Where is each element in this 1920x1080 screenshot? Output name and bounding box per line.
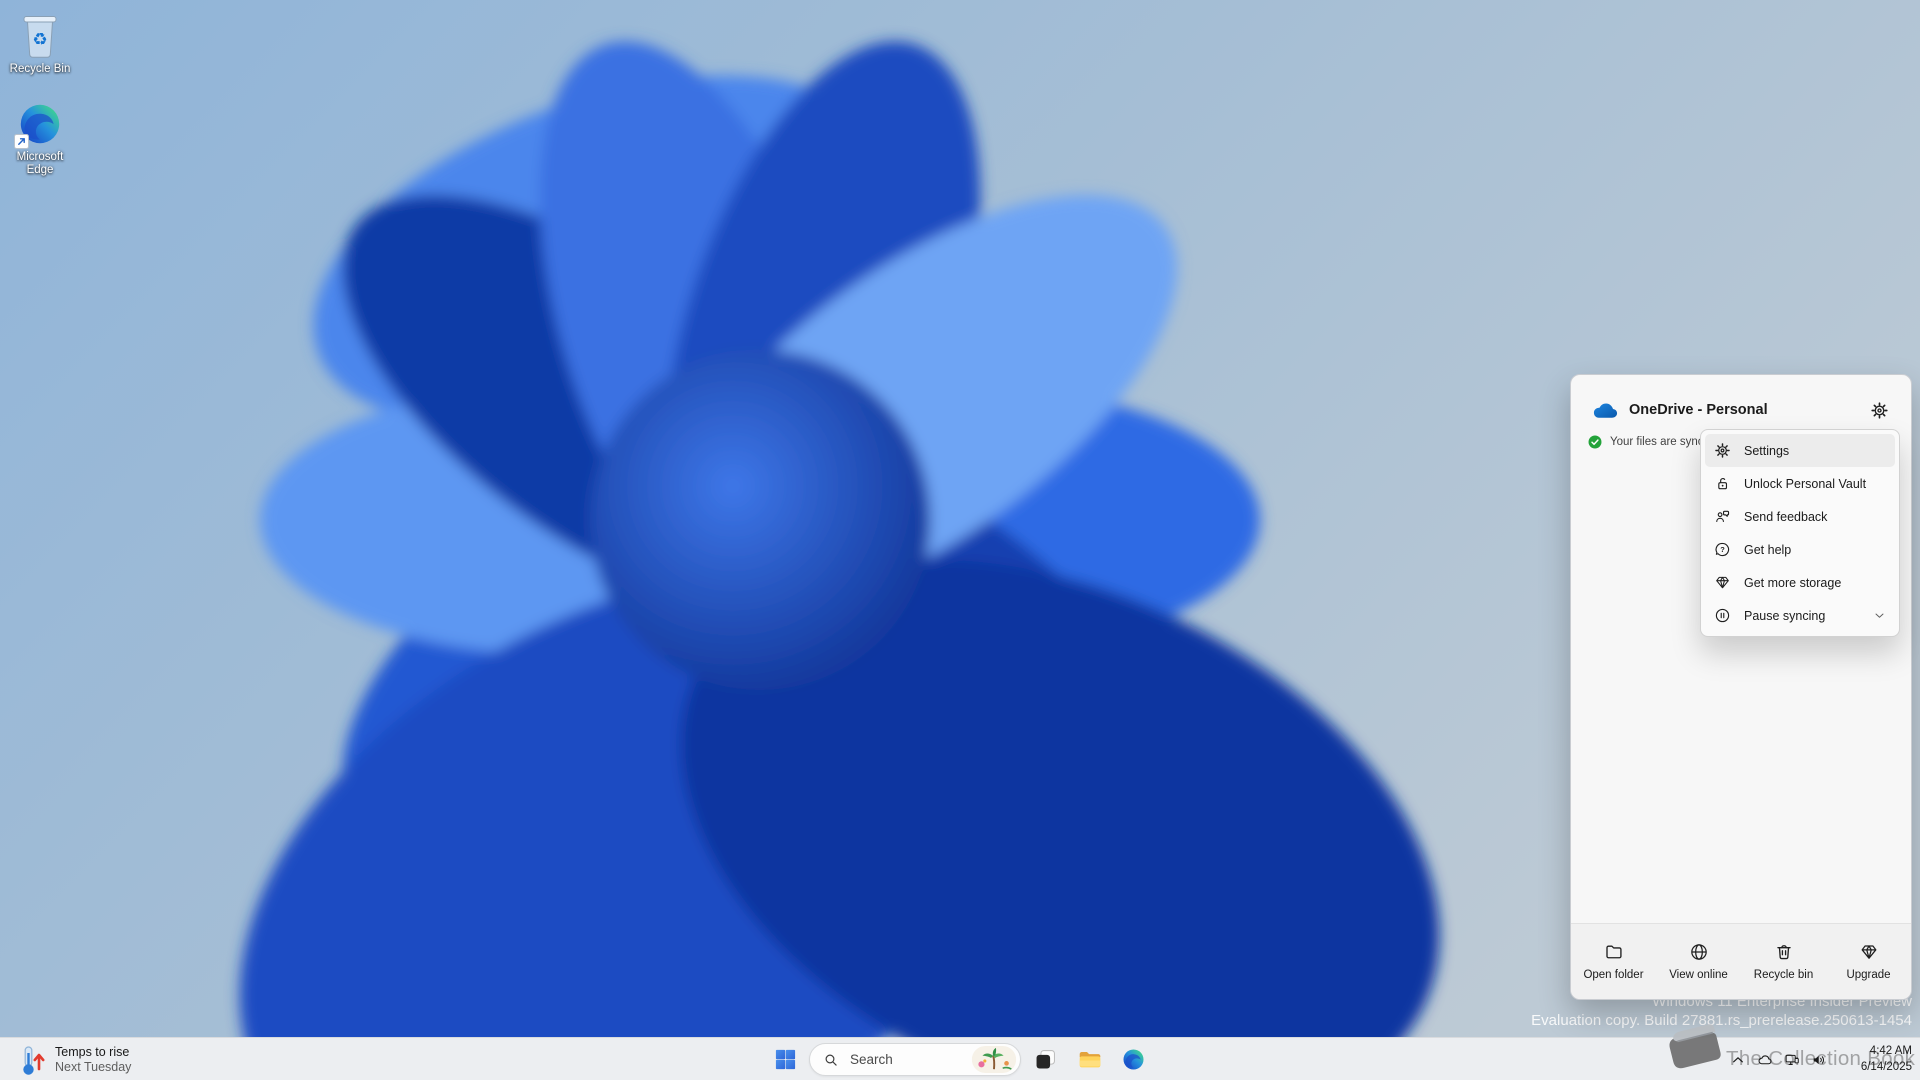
menu-item-send-feedback[interactable]: Send feedback (1705, 500, 1895, 533)
feedback-icon (1714, 508, 1731, 525)
open-folder-label: Open folder (1583, 969, 1644, 981)
search-icon (823, 1052, 839, 1068)
recycle-bin-label: Recycle bin (1753, 969, 1814, 981)
menu-item-pause-syncing[interactable]: Pause syncing (1705, 599, 1895, 632)
onedrive-help-settings-button[interactable] (1863, 394, 1895, 426)
recycle-bin-button[interactable]: Recycle bin (1741, 942, 1826, 981)
desktop: ? (0, 0, 1920, 1080)
weather-subtext: Next Tuesday (55, 1059, 132, 1074)
taskbar-clock[interactable]: 4:42 AM 6/14/2025 (1861, 1043, 1912, 1075)
search-input[interactable] (848, 1051, 962, 1068)
folder-icon (1604, 942, 1624, 962)
menu-item-settings[interactable]: Settings (1705, 434, 1895, 467)
search-highlight-image (971, 1046, 1017, 1073)
chevron-up-icon (1730, 1052, 1746, 1068)
menu-item-unlock-personal-vault[interactable]: Unlock Personal Vault (1705, 467, 1895, 500)
network-icon (1784, 1052, 1800, 1068)
upgrade-label: Upgrade (1846, 969, 1891, 981)
desktop-icon-microsoft-edge[interactable]: Microsoft Edge (2, 100, 78, 177)
task-view-button[interactable] (1025, 1041, 1065, 1079)
task-view-icon (1033, 1047, 1058, 1072)
help-icon (1714, 541, 1731, 558)
globe-icon (1689, 942, 1709, 962)
clock-date: 6/14/2025 (1860, 1061, 1912, 1073)
cloud-icon (1757, 1052, 1773, 1068)
clock-time: 4:42 AM (1869, 1045, 1912, 1057)
desktop-icon-recycle-bin[interactable]: Recycle Bin (2, 12, 78, 76)
speaker-icon (1811, 1052, 1827, 1068)
network-tray-button[interactable] (1778, 1042, 1805, 1078)
onedrive-settings-menu: Settings Unlock Personal Vault Send feed… (1700, 429, 1900, 637)
gear-icon (1870, 401, 1889, 420)
show-hidden-icons-button[interactable] (1724, 1042, 1751, 1078)
weather-headline: Temps to rise (55, 1044, 130, 1059)
menu-item-label: Get help (1744, 542, 1792, 557)
file-explorer-button[interactable] (1069, 1041, 1109, 1079)
taskbar-widgets-button[interactable]: Temps to rise Next Tuesday (14, 1041, 137, 1078)
menu-item-label: Pause syncing (1744, 608, 1826, 623)
menu-item-label: Send feedback (1744, 509, 1828, 524)
start-button[interactable] (765, 1041, 805, 1079)
taskbar-center-icons (765, 1039, 1153, 1080)
menu-item-get-more-storage[interactable]: Get more storage (1705, 566, 1895, 599)
diamond-icon (1714, 574, 1731, 591)
shortcut-arrow-icon (14, 134, 29, 149)
upgrade-button[interactable]: Upgrade (1826, 942, 1911, 981)
chevron-down-icon (1873, 609, 1886, 622)
pause-icon (1714, 607, 1731, 624)
menu-item-get-help[interactable]: Get help (1705, 533, 1895, 566)
onedrive-tray-button[interactable] (1751, 1042, 1778, 1078)
menu-item-label: Settings (1744, 443, 1790, 458)
file-explorer-icon (1077, 1047, 1102, 1072)
unlock-icon (1714, 475, 1731, 492)
edge-icon (1121, 1047, 1146, 1072)
onedrive-footer-toolbar: Open folder View online Recycle bin Upgr… (1571, 923, 1911, 999)
view-online-button[interactable]: View online (1656, 942, 1741, 981)
menu-item-label: Get more storage (1744, 575, 1842, 590)
menu-item-label: Unlock Personal Vault (1744, 476, 1867, 491)
recycle-bin-icon (18, 12, 62, 60)
edge-taskbar-button[interactable] (1113, 1041, 1153, 1079)
system-tray (1724, 1040, 1832, 1079)
diamond-icon (1859, 942, 1879, 962)
desktop-icon-label: Recycle Bin (9, 63, 71, 75)
onedrive-title: OneDrive - Personal (1629, 402, 1768, 418)
volume-tray-button[interactable] (1805, 1042, 1832, 1078)
taskbar-search-box[interactable] (809, 1043, 1021, 1076)
onedrive-header: OneDrive - Personal (1571, 375, 1911, 426)
open-folder-button[interactable]: Open folder (1571, 942, 1656, 981)
synced-check-icon (1588, 435, 1602, 449)
view-online-label: View online (1669, 969, 1728, 981)
onedrive-cloud-icon (1592, 401, 1619, 419)
collection-book-watermark-icon (1667, 1022, 1725, 1074)
taskbar: The Collection Book Temps to rise Next T… (0, 1037, 1920, 1080)
trash-icon (1774, 942, 1794, 962)
windows-start-icon (773, 1047, 798, 1072)
weather-thermometer-icon (20, 1044, 46, 1076)
desktop-icon-label: Microsoft Edge (16, 151, 64, 176)
gear-icon (1714, 442, 1731, 459)
